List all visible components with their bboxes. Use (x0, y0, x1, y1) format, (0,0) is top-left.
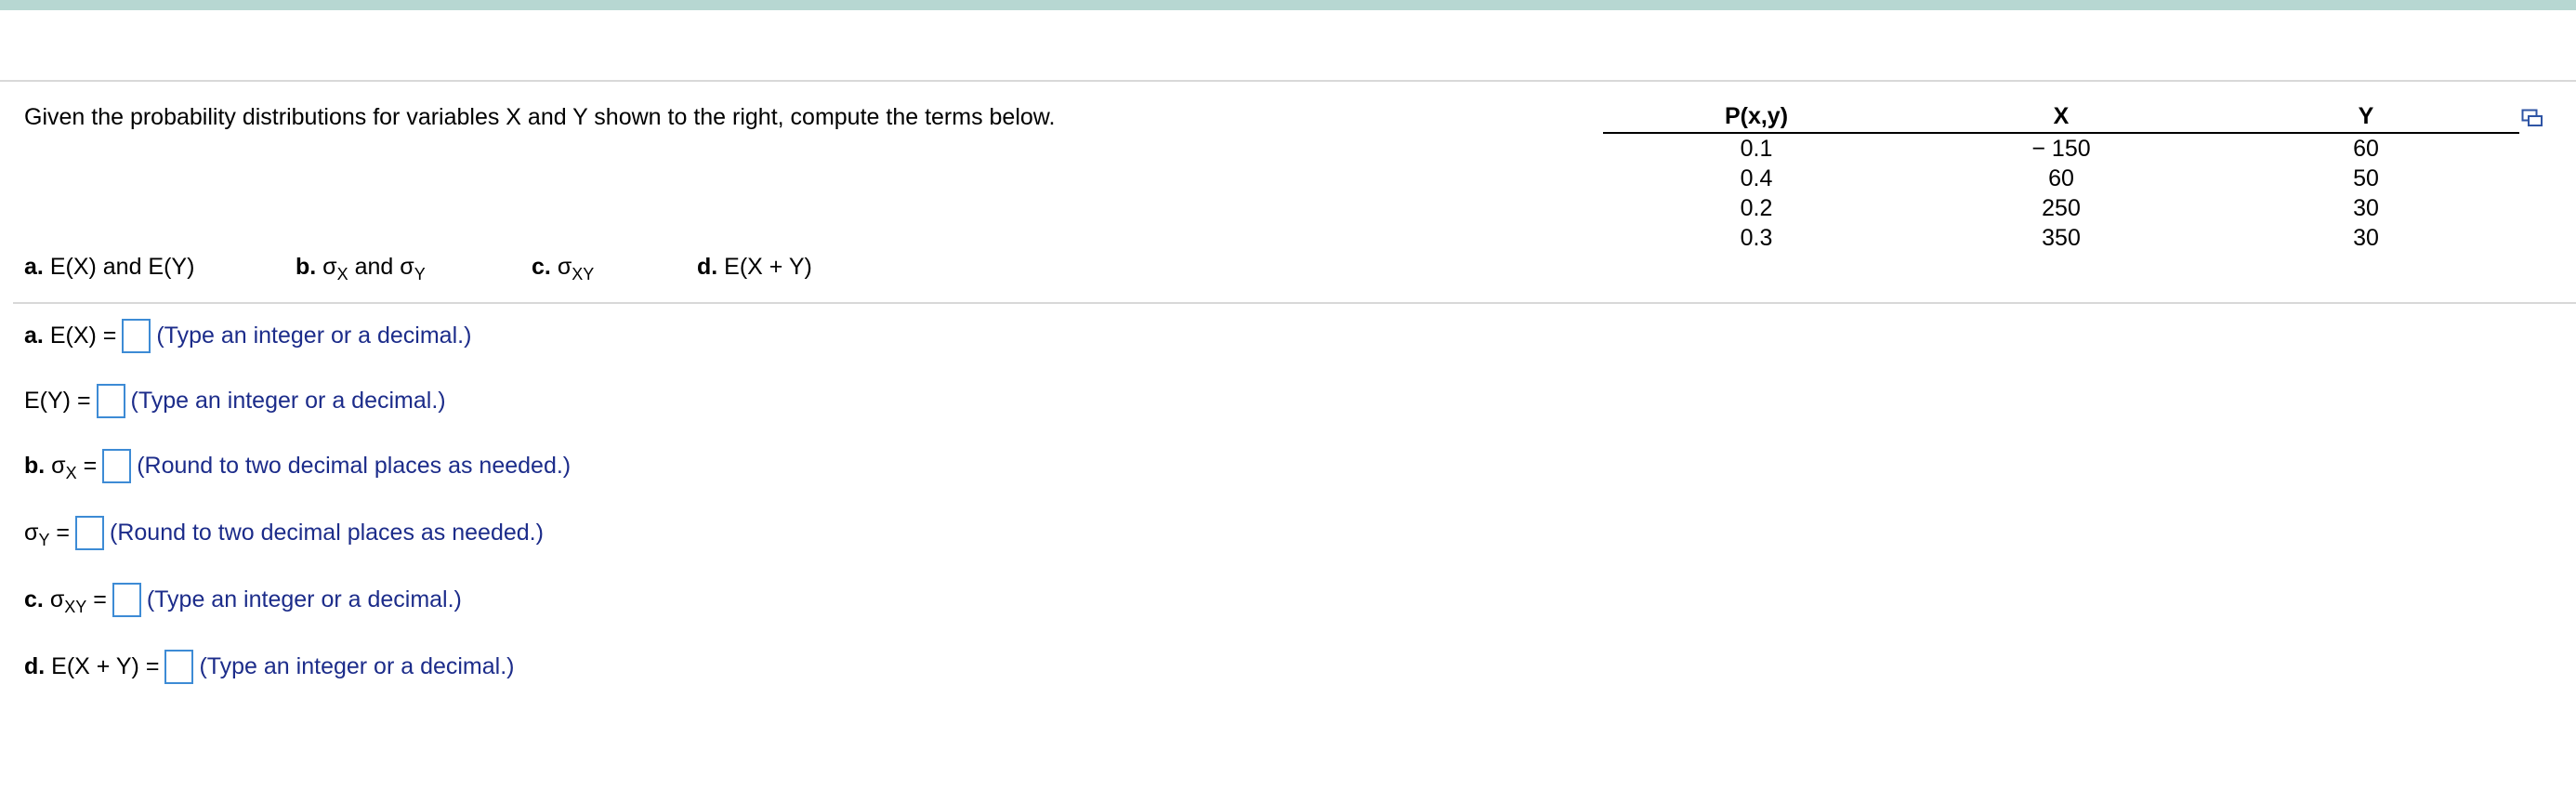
table-row: 0.1 − 150 60 (1603, 134, 2519, 164)
ey-hint: (Type an integer or a decimal.) (130, 387, 446, 414)
answer-exy-row: d. E(X + Y) = (Type an integer or a deci… (24, 648, 515, 685)
header-pxy: P(x,y) (1724, 103, 1789, 129)
cell-x: 250 (2042, 195, 2081, 221)
cell-y: 30 (2353, 225, 2379, 251)
cell-y: 60 (2353, 136, 2379, 162)
answer-ex-row: a. E(X) = (Type an integer or a decimal.… (24, 317, 471, 354)
cell-pxy: 0.2 (1740, 195, 1773, 221)
sxy-input[interactable] (112, 582, 141, 617)
divider (13, 302, 2576, 304)
table-row: 0.2 250 30 (1603, 193, 2519, 223)
distribution-table: P(x,y) X Y 0.1 − 150 60 0.4 60 50 0.2 25… (1603, 100, 2519, 253)
answer-sxy-row: c. σXY = (Type an integer or a decimal.) (24, 581, 462, 618)
part-b-label: b. σX and σY (296, 254, 426, 283)
sx-input[interactable] (102, 448, 132, 483)
top-accent-bar (0, 0, 2576, 10)
table-row: 0.4 60 50 (1603, 164, 2519, 193)
part-a-label: a. E(X) and E(Y) (24, 254, 195, 280)
table-row: 0.3 350 30 (1603, 223, 2519, 253)
ey-input[interactable] (96, 383, 125, 418)
answer-sx-row: b. σX = (Round to two decimal places as … (24, 447, 571, 484)
cell-x: − 150 (2031, 136, 2091, 162)
part-d-label: d. E(X + Y) (697, 254, 812, 280)
sy-hint: (Round to two decimal places as needed.) (110, 519, 544, 546)
exy-hint: (Type an integer or a decimal.) (199, 652, 515, 679)
cell-pxy: 0.3 (1740, 225, 1773, 251)
ex-hint: (Type an integer or a decimal.) (156, 322, 472, 349)
divider (0, 80, 2576, 82)
copy-table-icon[interactable] (2521, 109, 2543, 127)
header-y: Y (2358, 103, 2374, 129)
cell-y: 50 (2353, 165, 2379, 191)
ey-label: E(Y) = (24, 388, 91, 414)
header-x: X (2053, 103, 2070, 129)
question-text: Given the probability distributions for … (24, 104, 1056, 130)
sx-hint: (Round to two decimal places as needed.) (137, 452, 572, 479)
answer-ey-row: E(Y) = (Type an integer or a decimal.) (24, 382, 446, 419)
cell-y: 30 (2353, 195, 2379, 221)
sy-input[interactable] (75, 515, 105, 550)
sxy-hint: (Type an integer or a decimal.) (146, 586, 462, 612)
cell-x: 350 (2042, 225, 2081, 251)
table-header: P(x,y) X Y (1603, 100, 2519, 134)
cell-x: 60 (2048, 165, 2074, 191)
exy-input[interactable] (164, 649, 194, 684)
part-c-label: c. σXY (532, 254, 595, 283)
cell-pxy: 0.4 (1740, 165, 1773, 191)
answer-sy-row: σY = (Round to two decimal places as nee… (24, 514, 544, 551)
cell-pxy: 0.1 (1740, 136, 1773, 162)
ex-input[interactable] (122, 318, 151, 353)
